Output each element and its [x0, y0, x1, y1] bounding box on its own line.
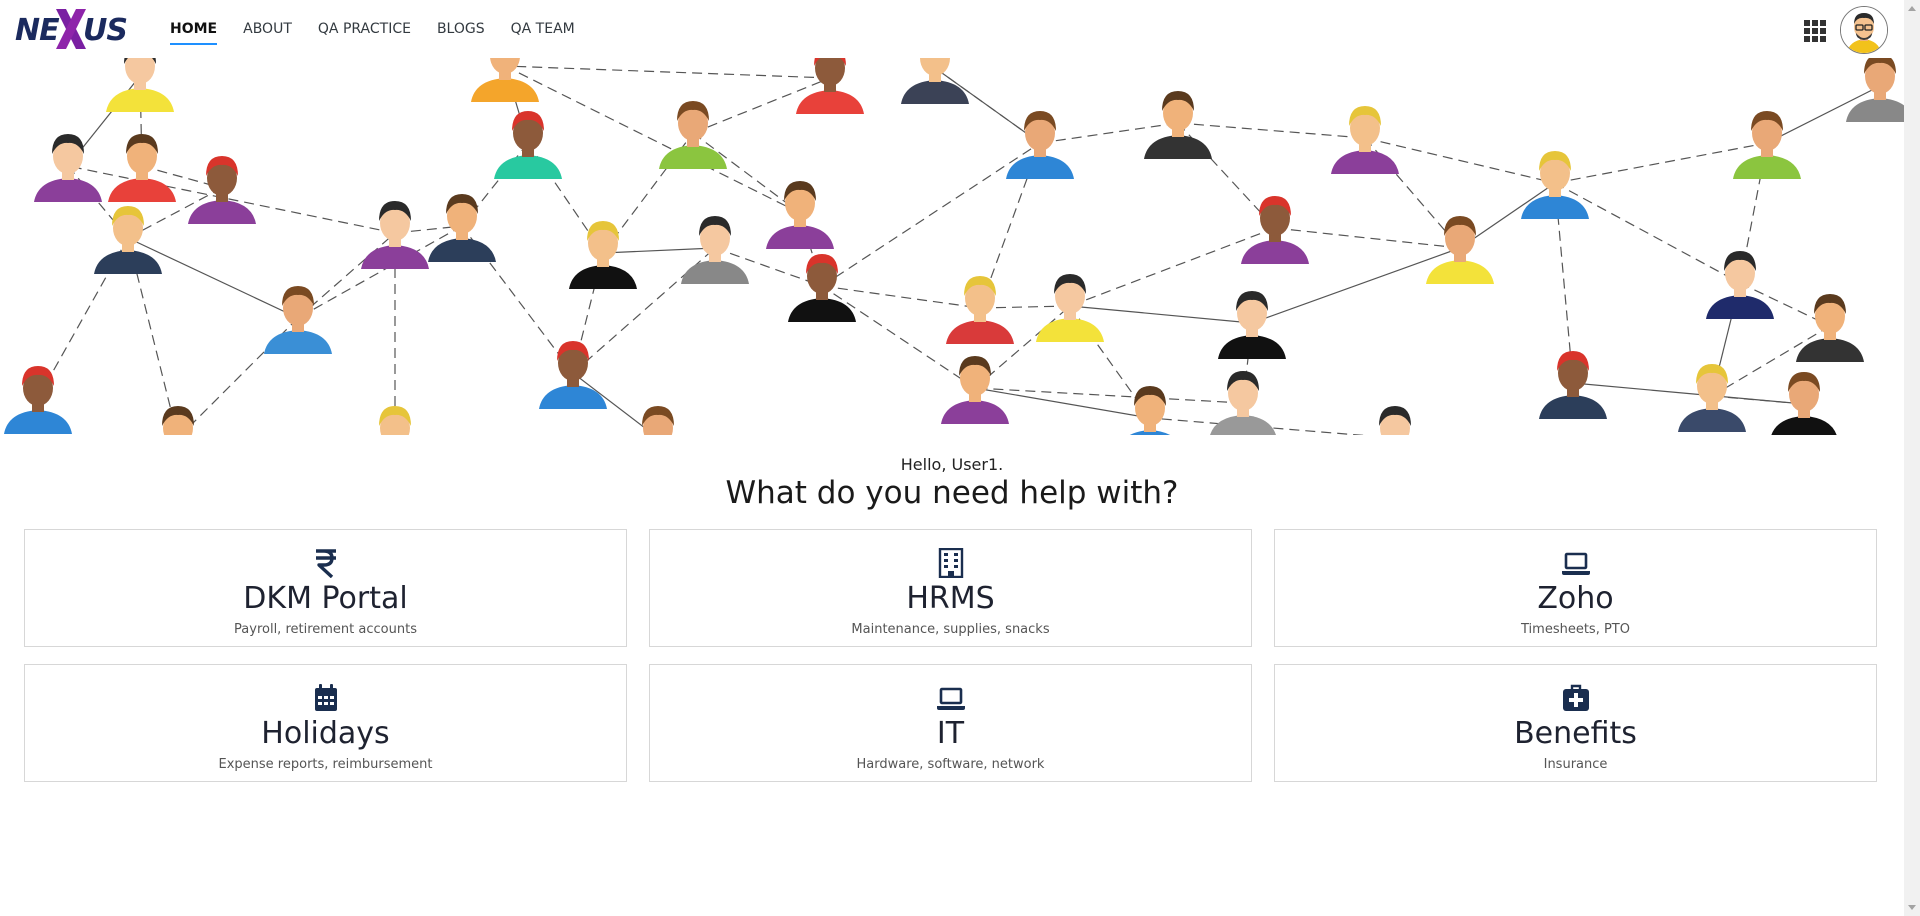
network-person-illustration — [788, 254, 856, 322]
laptop-icon — [936, 687, 965, 710]
network-person-illustration — [1846, 58, 1904, 122]
card-title: DKM Portal — [243, 581, 408, 616]
network-person-illustration — [1218, 291, 1286, 359]
network-person-illustration — [361, 201, 429, 269]
network-person-illustration — [4, 366, 72, 434]
logo-text-right: US — [83, 13, 128, 48]
network-person-illustration — [188, 156, 256, 224]
network-person-illustration — [1771, 372, 1837, 435]
laptop-icon — [1561, 552, 1590, 575]
card-title: Holidays — [261, 716, 390, 751]
network-person-illustration — [901, 58, 969, 104]
card-title: Zoho — [1537, 581, 1614, 616]
top-navbar: NE US HOME ABOUT QA PRACTICE BLOGS QA TE… — [0, 0, 1904, 58]
network-person-illustration — [379, 406, 411, 435]
network-person-illustration — [569, 221, 637, 289]
network-person-illustration — [1521, 151, 1589, 219]
card-subtitle: Payroll, retirement accounts — [234, 622, 417, 637]
card-subtitle: Timesheets, PTO — [1521, 622, 1630, 637]
network-person-illustration — [471, 58, 539, 102]
card-subtitle: Hardware, software, network — [856, 757, 1045, 772]
network-person-illustration — [946, 276, 1014, 344]
scroll-up-icon[interactable] — [1908, 6, 1916, 11]
network-person-illustration — [1796, 294, 1864, 362]
user-avatar-icon — [1841, 7, 1887, 53]
card-title: Benefits — [1514, 716, 1637, 751]
card-subtitle: Insurance — [1543, 757, 1608, 772]
network-person-illustration — [428, 194, 496, 262]
page-title: What do you need help with? — [725, 475, 1179, 511]
network-person-illustration — [108, 134, 176, 202]
user-avatar[interactable] — [1840, 6, 1888, 54]
network-person-illustration — [1129, 386, 1171, 435]
network-person-illustration — [1006, 111, 1074, 179]
medical-kit-icon — [1562, 684, 1589, 711]
nav-home[interactable]: HOME — [170, 0, 218, 58]
card-subtitle: Expense reports, reimbursement — [218, 757, 433, 772]
network-person-illustration — [162, 406, 194, 435]
people-network-illustration — [4, 58, 1904, 435]
network-person-illustration — [766, 181, 834, 249]
greeting-text: Hello, User1. — [900, 455, 1004, 474]
card-holidays[interactable]: Holidays Expense reports, reimbursement — [24, 664, 627, 782]
rupee-icon — [315, 549, 336, 578]
page-scrollbar[interactable] — [1904, 0, 1920, 916]
card-title: IT — [936, 716, 965, 751]
network-person-illustration — [1379, 406, 1411, 435]
nav-about[interactable]: ABOUT — [243, 0, 292, 58]
card-zoho[interactable]: Zoho Timesheets, PTO — [1274, 529, 1877, 647]
main-nav: HOME ABOUT QA PRACTICE BLOGS QA TEAM — [170, 0, 601, 58]
network-person-illustration — [796, 58, 864, 114]
network-person-illustration — [494, 111, 562, 179]
network-person-illustration — [1426, 216, 1494, 284]
card-benefits[interactable]: Benefits Insurance — [1274, 664, 1877, 782]
network-person-illustration — [1706, 251, 1774, 319]
building-icon — [938, 548, 963, 578]
nexus-logo[interactable]: NE US — [15, 9, 130, 50]
network-person-illustration — [941, 356, 1009, 424]
network-person-illustration — [94, 206, 162, 274]
network-person-illustration — [1331, 106, 1399, 174]
apps-grid-icon[interactable] — [1804, 20, 1826, 42]
network-person-illustration — [34, 134, 102, 202]
card-it[interactable]: IT Hardware, software, network — [649, 664, 1252, 782]
network-person-illustration — [106, 58, 174, 112]
card-subtitle: Maintenance, supplies, snacks — [851, 622, 1050, 637]
nav-qa-practice[interactable]: QA PRACTICE — [318, 0, 411, 58]
network-person-illustration — [264, 286, 332, 354]
nav-qa-team[interactable]: QA TEAM — [511, 0, 575, 58]
network-person-illustration — [539, 341, 607, 409]
network-person-illustration — [659, 101, 727, 169]
card-dkm-portal[interactable]: DKM Portal Payroll, retirement accounts — [24, 529, 627, 647]
hero-banner — [0, 58, 1904, 435]
network-person-illustration — [1733, 111, 1801, 179]
network-person-illustration — [681, 216, 749, 284]
card-hrms[interactable]: HRMS Maintenance, supplies, snacks — [649, 529, 1252, 647]
network-person-illustration — [1210, 371, 1276, 435]
nav-blogs[interactable]: BLOGS — [437, 0, 485, 58]
calendar-icon — [314, 684, 337, 711]
scroll-down-icon[interactable] — [1908, 905, 1916, 910]
card-title: HRMS — [906, 581, 995, 616]
